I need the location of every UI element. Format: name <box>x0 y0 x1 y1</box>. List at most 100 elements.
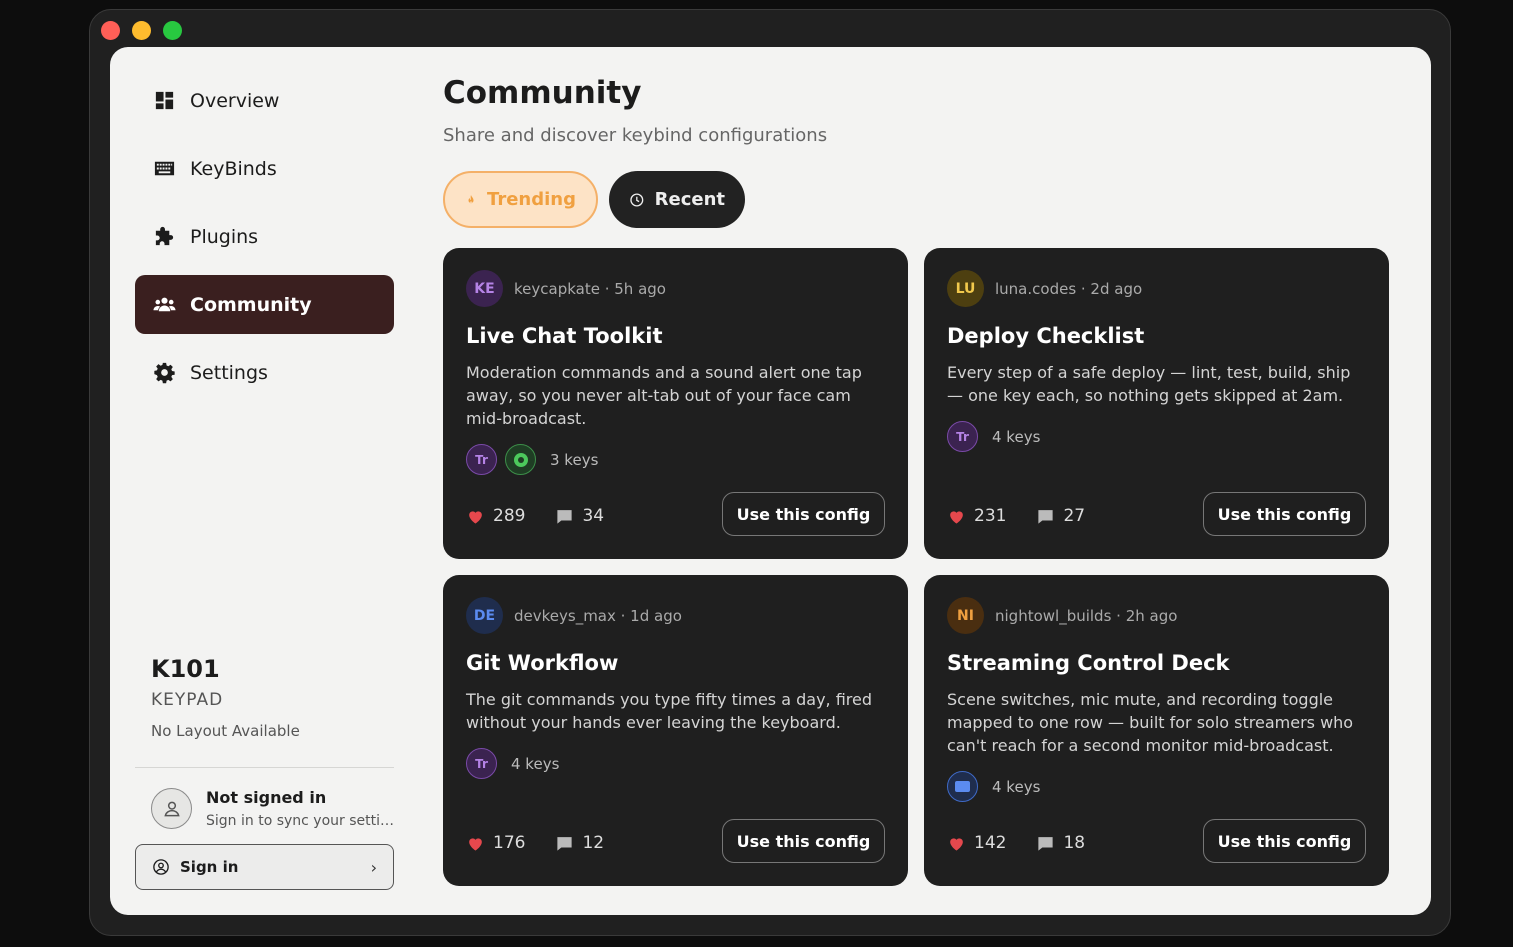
device-layout: No Layout Available <box>151 722 300 740</box>
sidebar-item-label: Community <box>190 293 312 316</box>
author-avatar[interactable]: NI <box>947 597 984 634</box>
clock-icon <box>630 192 644 207</box>
use-config-button[interactable]: Use this config <box>1203 819 1366 863</box>
tab-trending[interactable]: Trending <box>443 171 598 228</box>
comment-icon[interactable] <box>1036 834 1055 853</box>
heart-icon[interactable] <box>947 834 966 853</box>
card-meta: nightowl_builds · 2h ago <box>995 606 1178 625</box>
author-avatar[interactable]: KE <box>466 270 503 307</box>
card-stats: 231 27 <box>947 506 1085 526</box>
config-card: DE devkeys_max · 1d ago Git Workflow The… <box>443 575 908 886</box>
minimize-window-button[interactable] <box>132 21 151 40</box>
sidebar-item-label: Plugins <box>190 225 259 248</box>
comment-count: 34 <box>582 506 605 526</box>
flame-icon <box>468 194 474 203</box>
user-status-hint: Sign in to sync your settings across dev… <box>206 813 396 829</box>
puzzle-icon <box>155 226 174 246</box>
like-count: 176 <box>493 833 526 853</box>
sidebar-item-label: KeyBinds <box>190 157 277 180</box>
text-plugin-icon: Tr <box>466 748 497 779</box>
card-header: NI nightowl_builds · 2h ago <box>947 597 1177 634</box>
sidebar-item-overview[interactable]: Overview <box>135 71 394 130</box>
close-window-button[interactable] <box>101 21 120 40</box>
user-status: Not signed in Sign in to sync your setti… <box>151 788 396 829</box>
key-count: 4 keys <box>992 777 1041 796</box>
sign-in-button[interactable]: Sign in › <box>135 844 394 890</box>
window-controls <box>101 21 182 40</box>
page-subtitle: Share and discover keybind configuration… <box>443 125 828 146</box>
account-circle-icon <box>153 859 169 875</box>
sign-in-label: Sign in <box>180 858 239 876</box>
comment-count: 27 <box>1063 506 1086 526</box>
user-icon <box>163 801 180 816</box>
app-window: Overview KeyBinds Plugins Community Sett… <box>89 9 1451 936</box>
card-description: Every step of a safe deploy — lint, test… <box>947 363 1351 405</box>
sidebar-item-label: Overview <box>190 89 280 112</box>
card-title: Deploy Checklist <box>947 324 1145 348</box>
key-count: 3 keys <box>550 450 599 469</box>
text-plugin-icon: Tr <box>466 444 497 475</box>
sidebar-item-label: Settings <box>190 361 268 384</box>
heart-icon[interactable] <box>466 834 485 853</box>
card-description: Moderation commands and a sound alert on… <box>466 363 862 428</box>
config-card: KE keycapkate · 5h ago Live Chat Toolkit… <box>443 248 908 559</box>
key-count: 4 keys <box>992 427 1041 446</box>
sidebar-item-keybinds[interactable]: KeyBinds <box>135 139 394 198</box>
obs-plugin-icon <box>505 444 536 475</box>
author-avatar[interactable]: LU <box>947 270 984 307</box>
sidebar-item-community[interactable]: Community <box>135 275 394 334</box>
tab-recent[interactable]: Recent <box>609 171 745 228</box>
user-status-text: Not signed in <box>206 788 327 807</box>
sidebar-item-settings[interactable]: Settings <box>135 343 394 402</box>
card-meta: luna.codes · 2d ago <box>995 279 1143 298</box>
plugin-badges: Tr 4 keys <box>466 748 559 779</box>
card-header: DE devkeys_max · 1d ago <box>466 597 682 634</box>
keyboard-icon <box>154 161 175 176</box>
main-content: Community Share and discover keybind con… <box>443 47 1431 915</box>
like-count: 231 <box>974 506 1007 526</box>
comment-count: 12 <box>582 833 605 853</box>
card-meta: devkeys_max · 1d ago <box>514 606 682 625</box>
dashboard-icon <box>155 91 174 110</box>
comment-icon[interactable] <box>555 507 574 526</box>
config-card: LU luna.codes · 2d ago Deploy Checklist … <box>924 248 1389 559</box>
like-count: 289 <box>493 506 526 526</box>
heart-icon[interactable] <box>466 507 485 526</box>
config-card: NI nightowl_builds · 2h ago Streaming Co… <box>924 575 1389 886</box>
card-stats: 289 34 <box>466 506 604 526</box>
comment-icon[interactable] <box>555 834 574 853</box>
plugin-badges: Tr 4 keys <box>947 421 1040 452</box>
card-stats: 176 12 <box>466 833 604 853</box>
like-count: 142 <box>974 833 1007 853</box>
use-config-button[interactable]: Use this config <box>1203 492 1366 536</box>
device-type: KEYPAD <box>151 690 224 710</box>
sidebar-divider <box>135 767 394 768</box>
tab-label: Recent <box>654 189 725 210</box>
users-icon <box>153 297 176 312</box>
plugin-badges: 4 keys <box>947 771 1040 802</box>
plugin-badges: Tr 3 keys <box>466 444 598 475</box>
tab-label: Trending <box>487 189 576 210</box>
key-count: 4 keys <box>511 754 560 773</box>
author-avatar[interactable]: DE <box>466 597 503 634</box>
use-config-button[interactable]: Use this config <box>722 492 885 536</box>
card-description: The git commands you type fifty times a … <box>466 690 873 732</box>
use-config-button[interactable]: Use this config <box>722 819 885 863</box>
comment-count: 18 <box>1063 833 1086 853</box>
sidebar: Overview KeyBinds Plugins Community Sett… <box>110 47 415 915</box>
gear-icon <box>154 362 175 384</box>
text-plugin-icon: Tr <box>947 421 978 452</box>
card-description: Scene switches, mic mute, and recording … <box>947 690 1354 755</box>
sidebar-item-plugins[interactable]: Plugins <box>135 207 394 266</box>
device-info: K101 KEYPAD No Layout Available <box>151 655 300 740</box>
card-title: Git Workflow <box>466 651 619 675</box>
card-stats: 142 18 <box>947 833 1085 853</box>
chevron-right-icon: › <box>370 857 377 877</box>
card-header: KE keycapkate · 5h ago <box>466 270 666 307</box>
maximize-window-button[interactable] <box>163 21 182 40</box>
device-name: K101 <box>151 655 220 683</box>
heart-icon[interactable] <box>947 507 966 526</box>
comment-icon[interactable] <box>1036 507 1055 526</box>
avatar <box>151 788 192 829</box>
page-title: Community <box>443 75 642 111</box>
